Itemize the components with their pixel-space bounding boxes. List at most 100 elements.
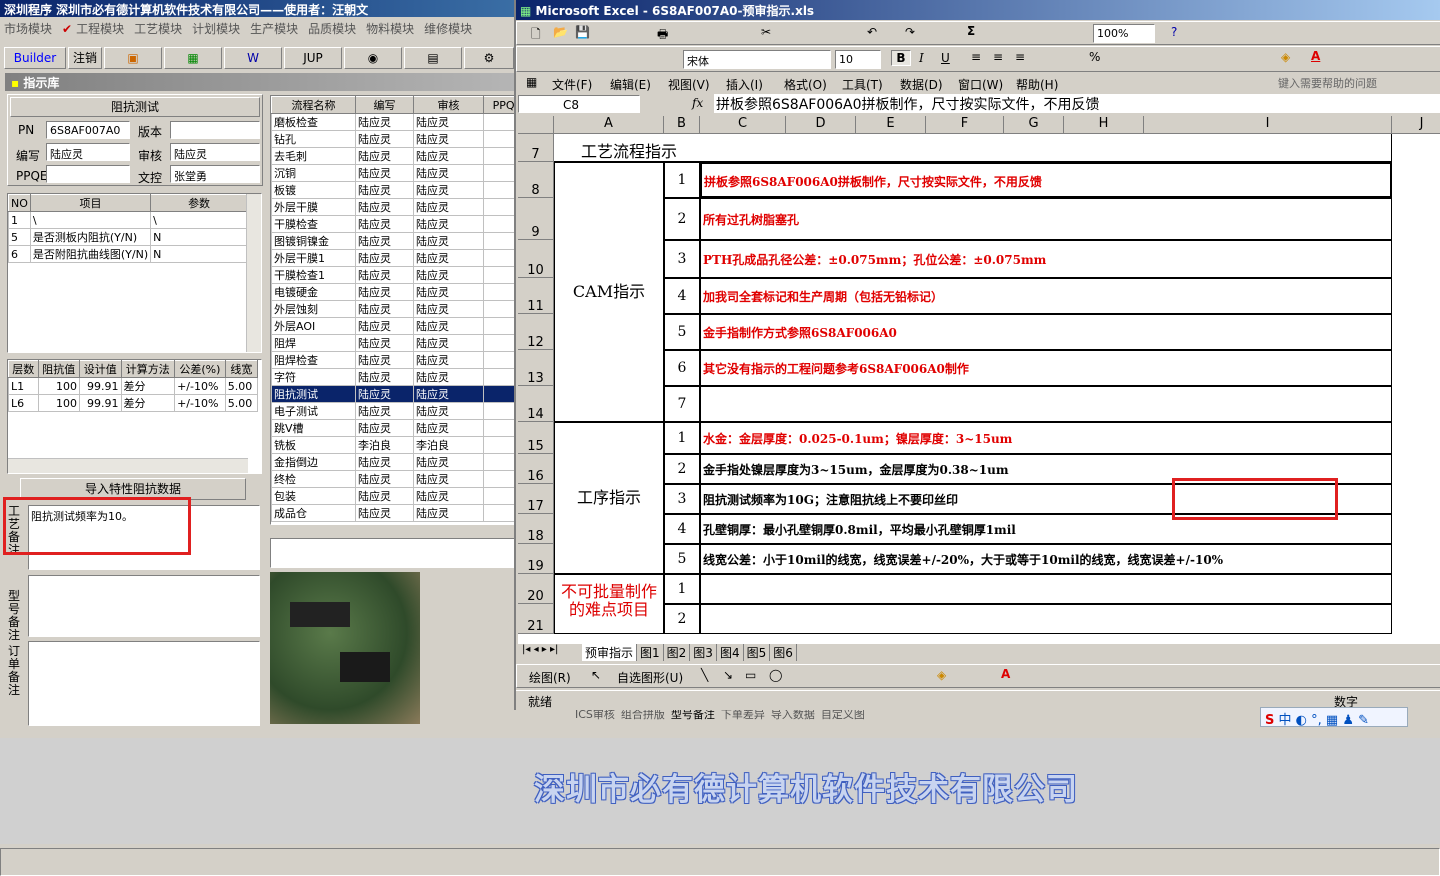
row-header[interactable]: 21	[518, 604, 554, 634]
ppqe-field[interactable]	[46, 165, 130, 183]
menu-craft[interactable]: 工艺模块	[134, 20, 182, 37]
number-cell[interactable]: 2	[664, 454, 700, 484]
table-row[interactable]: 5 是否测板内阻抗(Y/N) N	[8, 228, 248, 246]
column-header[interactable]: E	[856, 116, 926, 134]
instruction-cell[interactable]: 拼板参照6S8AF006A0拼板制作，尺寸按实际文件，不用反馈	[700, 162, 1392, 198]
row-header[interactable]: 10	[518, 240, 554, 278]
save-icon[interactable]: 💾	[575, 25, 590, 39]
row-header[interactable]: 8	[518, 162, 554, 198]
cut-icon[interactable]: ✂	[761, 25, 771, 39]
font-color-icon[interactable]: A	[1311, 49, 1320, 63]
number-cell[interactable]: 1	[664, 162, 700, 198]
print-icon[interactable]: 🖶	[657, 25, 668, 46]
flow-row[interactable]: 铣板 李泊良 李泊良	[271, 436, 515, 454]
select-all-corner[interactable]	[518, 116, 554, 134]
col-no[interactable]: NO	[8, 194, 31, 212]
row-header[interactable]: 18	[518, 514, 554, 544]
tool-icon-2[interactable]: ⚙	[464, 47, 514, 69]
fx-icon[interactable]: fx	[692, 96, 703, 110]
rectangle-icon[interactable]: ▭	[745, 668, 756, 682]
row-header[interactable]: 16	[518, 454, 554, 484]
instruction-cell[interactable]: 金手指制作方式参照6S8AF006A0	[700, 314, 1392, 350]
flow-row[interactable]: 图镀铜镍金 陆应灵 陆应灵	[271, 232, 515, 250]
column-header[interactable]: F	[926, 116, 1004, 134]
instruction-cell[interactable]	[700, 604, 1392, 634]
column-header[interactable]: A	[554, 116, 664, 134]
fill-icon[interactable]: ◈	[937, 668, 946, 682]
sheet-tab[interactable]: 图6	[770, 644, 797, 661]
flow-row[interactable]: 终检 陆应灵 陆应灵	[271, 470, 515, 488]
row-header[interactable]: 9	[518, 198, 554, 240]
column-header[interactable]: H	[1064, 116, 1144, 134]
sheet-tab[interactable]: 图5	[744, 644, 771, 661]
fill-color-icon[interactable]: ◈	[1281, 50, 1290, 64]
col-tolerance[interactable]: 公差(%)	[174, 360, 226, 378]
align-center-icon[interactable]: ≡	[993, 50, 1003, 64]
help-question-box[interactable]: 键入需要帮助的问题	[1278, 75, 1377, 91]
zoom-select[interactable]: 100%	[1093, 24, 1155, 43]
menu-production[interactable]: 生产模块	[250, 20, 298, 37]
flow-row[interactable]: 外层干膜 陆应灵 陆应灵	[271, 198, 515, 216]
col-method[interactable]: 计算方法	[120, 360, 176, 378]
process-group-cell[interactable]: 工序指示	[554, 422, 664, 574]
name-box[interactable]: C8	[518, 95, 640, 113]
number-cell[interactable]: 2	[664, 604, 700, 634]
autoshape-menu[interactable]: 自选图形(U)	[617, 669, 683, 686]
open-icon[interactable]: 📂	[553, 25, 568, 39]
row-header[interactable]: 11	[518, 278, 554, 314]
underline-button[interactable]: U	[941, 51, 950, 65]
font-select[interactable]: 宋体	[683, 50, 831, 69]
menu-view[interactable]: 视图(V)	[668, 76, 710, 93]
flow-row[interactable]: 外层干膜1 陆应灵 陆应灵	[271, 249, 515, 267]
menu-format[interactable]: 格式(O)	[784, 76, 827, 93]
flow-row[interactable]: 外层蚀刻 陆应灵 陆应灵	[271, 300, 515, 318]
flow-row[interactable]: 阻焊 陆应灵 陆应灵	[271, 334, 515, 352]
sheet-tab[interactable]: 图3	[690, 644, 717, 661]
undo-icon[interactable]: ↶	[867, 25, 877, 39]
col-design[interactable]: 设计值	[79, 360, 122, 378]
line-icon[interactable]: ╲	[701, 668, 708, 682]
row-header[interactable]: 20	[518, 574, 554, 604]
column-header[interactable]: C	[700, 116, 786, 134]
flow-row[interactable]: 成品仓 陆应灵 陆应灵	[271, 504, 515, 522]
version-field[interactable]	[170, 121, 260, 139]
oval-icon[interactable]: ◯	[769, 668, 782, 682]
column-header[interactable]: I	[1144, 116, 1392, 134]
sheet-tab[interactable]: 图4	[717, 644, 744, 661]
col-flow-name[interactable]: 流程名称	[271, 96, 356, 114]
col-width[interactable]: 线宽	[224, 360, 259, 378]
new-icon[interactable]: 🗋	[531, 25, 541, 46]
hard-items-cell[interactable]: 不可批量制作的难点项目	[554, 574, 664, 634]
sheet-tab[interactable]: 图2	[664, 644, 691, 661]
menu-plan[interactable]: 计划模块	[192, 20, 240, 37]
flow-row[interactable]: 电子测试 陆应灵 陆应灵	[271, 402, 515, 420]
column-header[interactable]: D	[786, 116, 856, 134]
draw-menu[interactable]: 绘图(R)	[529, 669, 571, 686]
number-cell[interactable]: 4	[664, 514, 700, 544]
col-reviewer[interactable]: 审核	[413, 96, 484, 114]
row-header[interactable]: 15	[518, 422, 554, 454]
menu-help[interactable]: 帮助(H)	[1016, 76, 1058, 93]
flow-row[interactable]: 包装 陆应灵 陆应灵	[271, 487, 515, 505]
flow-row[interactable]: 沉铜 陆应灵 陆应灵	[271, 164, 515, 182]
menu-window[interactable]: 窗口(W)	[958, 76, 1003, 93]
number-cell[interactable]: 3	[664, 484, 700, 514]
pointer-icon[interactable]: ↖	[591, 668, 601, 682]
flow-row[interactable]: 钻孔 陆应灵 陆应灵	[271, 130, 515, 148]
ime-mode[interactable]: 中	[1279, 713, 1292, 728]
number-cell[interactable]: 7	[664, 386, 700, 422]
instruction-cell[interactable]: 线宽公差：小于10mil的线宽，线宽误差+/-20%，大于或等于10mil的线宽…	[700, 544, 1392, 574]
excel-icon[interactable]: ▦	[164, 47, 222, 69]
cam-group-cell[interactable]: CAM指示	[554, 162, 664, 422]
menu-insert[interactable]: 插入(I)	[726, 76, 763, 93]
col-impedance[interactable]: 阻抗值	[37, 360, 81, 378]
flow-row[interactable]: 干膜检查 陆应灵 陆应灵	[271, 215, 515, 233]
menu-quality[interactable]: 品质模块	[308, 20, 356, 37]
flow-row[interactable]: 字符 陆应灵 陆应灵	[271, 368, 515, 386]
number-cell[interactable]: 1	[664, 422, 700, 454]
bold-button[interactable]: B	[891, 50, 911, 66]
instruction-cell[interactable]: 加我司全套标记和生产周期（包括无铅标记）	[700, 278, 1392, 314]
print-icon[interactable]: ▤	[404, 47, 462, 69]
column-header[interactable]: G	[1004, 116, 1064, 134]
menu-market[interactable]: 市场模块	[4, 20, 52, 37]
